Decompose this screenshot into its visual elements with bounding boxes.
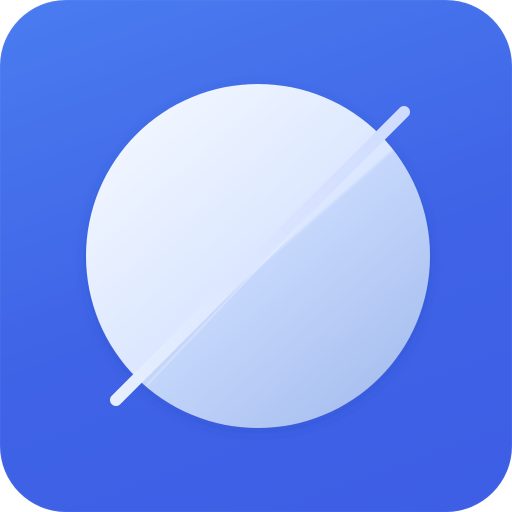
planet-icon bbox=[86, 84, 430, 428]
app-icon-tile[interactable] bbox=[0, 0, 512, 512]
